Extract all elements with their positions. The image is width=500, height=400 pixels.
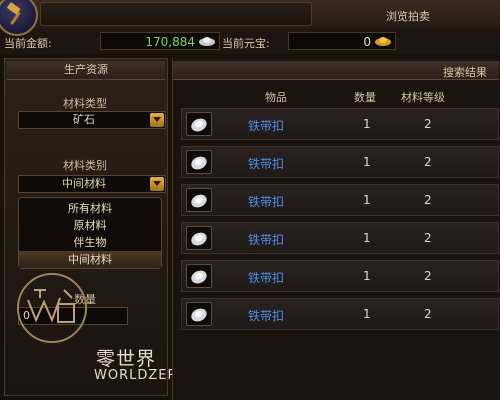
iron-buckle-icon <box>186 150 212 174</box>
option-all-materials[interactable]: 所有材料 <box>19 200 161 217</box>
item-name[interactable]: 铁带扣 <box>248 269 284 286</box>
column-header-quantity: 数量 <box>354 91 376 104</box>
iron-buckle-icon <box>186 302 212 326</box>
table-row[interactable]: 铁带扣 1 2 <box>181 260 499 292</box>
table-row[interactable]: 铁带扣 1 2 <box>181 108 499 140</box>
item-quantity: 1 <box>363 117 371 131</box>
iron-buckle-icon <box>186 264 212 288</box>
results-title: 搜索结果 <box>443 66 487 79</box>
iron-buckle-icon <box>186 112 212 136</box>
item-name[interactable]: 铁带扣 <box>248 155 284 172</box>
item-level: 2 <box>424 155 432 169</box>
chevron-down-icon[interactable] <box>150 113 164 127</box>
material-category-dropdown[interactable]: 中间材料 <box>18 175 166 193</box>
iron-buckle-icon <box>186 188 212 212</box>
iron-buckle-icon <box>186 226 212 250</box>
item-level: 2 <box>424 231 432 245</box>
window-title: 浏览拍卖 <box>386 10 430 23</box>
item-level: 2 <box>424 307 432 321</box>
yuanbao-amount-box: 0 <box>288 32 396 50</box>
option-intermediate-materials[interactable]: 中间材料 <box>19 251 161 268</box>
table-row[interactable]: 铁带扣 1 2 <box>181 298 499 330</box>
silver-ingot-icon <box>199 37 215 46</box>
column-header-item: 物品 <box>265 91 287 104</box>
logo-main-text: 零世界 <box>96 348 157 370</box>
worldzero-logo-icon <box>17 273 87 343</box>
gavel-icon <box>7 2 21 25</box>
search-results-panel: 搜索结果 物品 数量 材料等级 铁带扣 1 2 铁带扣 1 2 铁带扣 1 2 … <box>172 58 500 400</box>
item-name[interactable]: 铁带扣 <box>248 193 284 210</box>
item-name[interactable]: 铁带扣 <box>248 117 284 134</box>
gold-label: 当前金额: <box>4 37 52 50</box>
table-row[interactable]: 铁带扣 1 2 <box>181 184 499 216</box>
material-category-value: 中间材料 <box>62 177 106 190</box>
material-category-label: 材料类别 <box>63 159 107 172</box>
item-quantity: 1 <box>363 193 371 207</box>
panel-title: 生产资源 <box>7 61 165 80</box>
gold-amount-box: 170,884 <box>100 32 220 50</box>
option-raw-materials[interactable]: 原材料 <box>19 217 161 234</box>
material-type-value: 矿石 <box>73 113 95 126</box>
item-level: 2 <box>424 193 432 207</box>
item-level: 2 <box>424 117 432 131</box>
category-options-list: 所有材料 原材料 伴生物 中间材料 <box>18 197 162 269</box>
material-type-dropdown[interactable]: 矿石 <box>18 111 166 129</box>
option-byproducts[interactable]: 伴生物 <box>19 234 161 251</box>
item-quantity: 1 <box>363 231 371 245</box>
chevron-down-icon[interactable] <box>150 177 164 191</box>
table-row[interactable]: 铁带扣 1 2 <box>181 146 499 178</box>
item-quantity: 1 <box>363 269 371 283</box>
table-row[interactable]: 铁带扣 1 2 <box>181 222 499 254</box>
item-name[interactable]: 铁带扣 <box>248 231 284 248</box>
material-type-label: 材料类型 <box>63 97 107 110</box>
column-header-level: 材料等级 <box>401 91 445 104</box>
results-header: 搜索结果 <box>173 61 499 80</box>
title-bar: 浏览拍卖 <box>0 0 500 31</box>
item-name[interactable]: 铁带扣 <box>248 307 284 324</box>
title-bar-left-plate <box>40 2 312 26</box>
item-quantity: 1 <box>363 155 371 169</box>
gold-ingot-icon <box>375 37 391 46</box>
item-level: 2 <box>424 269 432 283</box>
currency-row: 当前金额: 170,884 当前元宝: 0 <box>0 30 500 54</box>
yuanbao-label: 当前元宝: <box>222 37 270 50</box>
gold-amount: 170,884 <box>145 35 195 49</box>
item-quantity: 1 <box>363 307 371 321</box>
yuanbao-amount: 0 <box>363 35 371 49</box>
